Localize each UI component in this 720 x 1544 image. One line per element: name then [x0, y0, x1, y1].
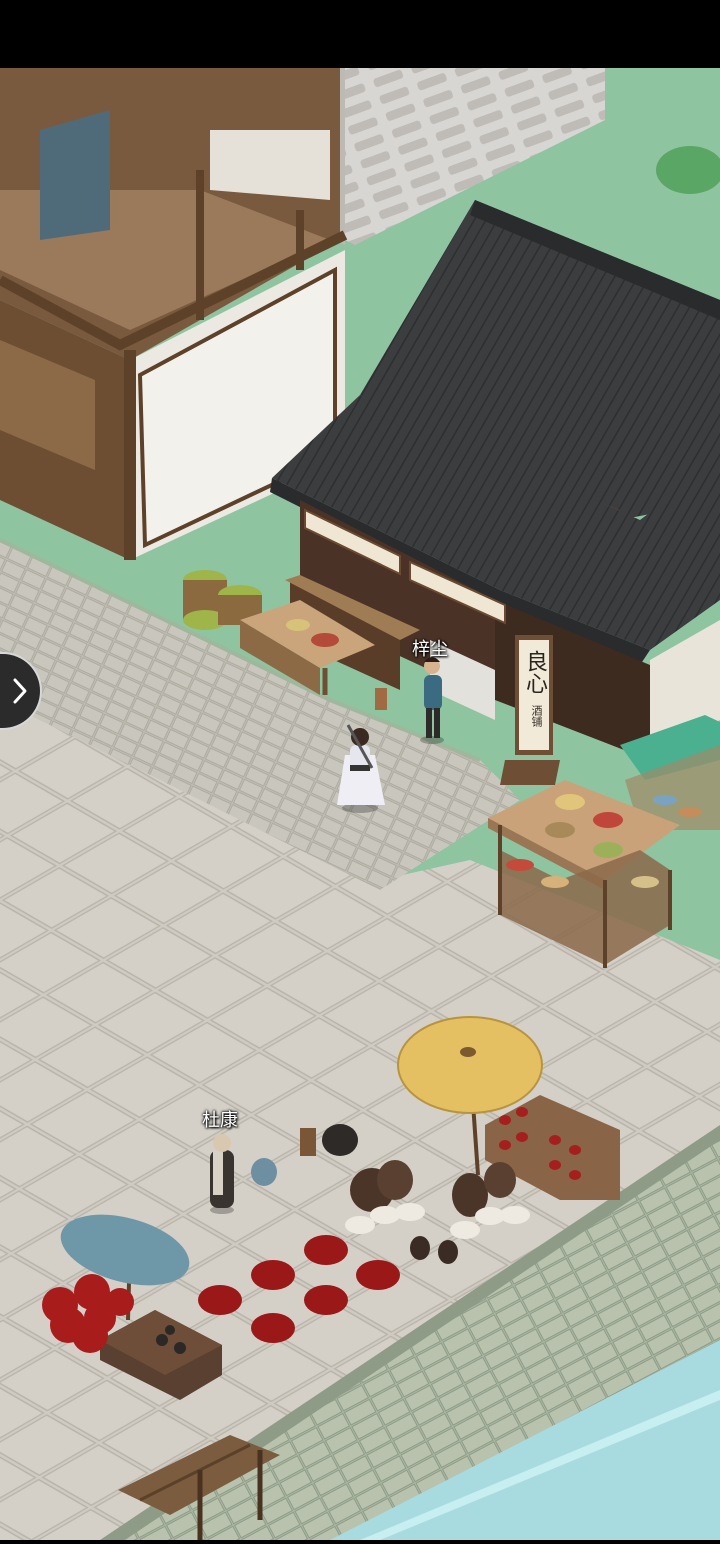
game-scene[interactable]: 梓尘 杜康 良心 酒铺 — [0, 0, 720, 1540]
scene-canvas — [0, 0, 720, 1540]
npc-dukang-sprite — [210, 1134, 234, 1214]
top-bar — [0, 0, 720, 68]
chevron-right-icon — [13, 678, 27, 704]
shop-sign-main: 良心 — [522, 650, 547, 694]
npc-name-label[interactable]: 杜康 — [202, 1106, 238, 1132]
shop-sign-sub: 酒铺 — [530, 705, 543, 727]
npc-name-label[interactable]: 梓尘 — [412, 635, 448, 661]
